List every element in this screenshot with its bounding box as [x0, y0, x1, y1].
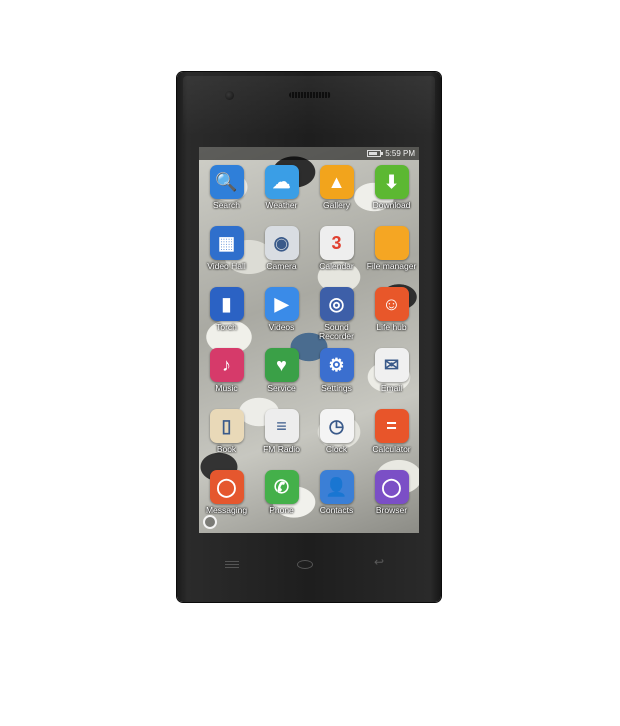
app-label: Gallery	[323, 200, 350, 210]
status-time: 5:59 PM	[385, 149, 415, 158]
app-download[interactable]: ⬇ Download	[364, 165, 419, 226]
app-sound-recorder[interactable]: ◎ Sound Recorder	[309, 287, 364, 348]
messaging-icon: ◯	[209, 470, 244, 504]
app-label: Life hub	[376, 322, 407, 332]
app-label: File manager	[366, 261, 417, 271]
app-camera[interactable]: ◉ Camera	[254, 226, 309, 287]
gallery-icon: ▲	[319, 165, 354, 199]
app-label: Search	[213, 200, 240, 210]
app-label: Videos	[268, 322, 295, 332]
app-label: Browser	[375, 505, 408, 515]
play-icon: ▶	[264, 287, 299, 321]
download-icon: ⬇	[374, 165, 409, 199]
phone-device: 5:59 PM 🔍 Search ☁ Weather ▲ Gallery ⬇ Download…	[177, 72, 441, 602]
weather-icon: ☁	[264, 165, 299, 199]
contacts-icon: 👤	[319, 470, 354, 504]
clock-icon: ◷	[319, 409, 354, 443]
app-label: FM Radio	[263, 444, 300, 454]
app-weather[interactable]: ☁ Weather	[254, 165, 309, 226]
folder-icon	[374, 226, 409, 260]
app-video-hall[interactable]: ▦ Video Hall	[199, 226, 254, 287]
assistive-touch-icon[interactable]	[203, 515, 217, 529]
app-videos[interactable]: ▶ Videos	[254, 287, 309, 348]
app-label: Video Hall	[207, 261, 246, 271]
camera-icon: ◉	[264, 226, 299, 260]
calendar-icon: 3	[319, 226, 354, 260]
book-icon: ▯	[209, 409, 244, 443]
browser-icon: ◯	[374, 470, 409, 504]
app-calendar[interactable]: 3 Calendar	[309, 226, 364, 287]
app-clock[interactable]: ◷ Clock	[309, 409, 364, 470]
recorder-icon: ◎	[319, 287, 354, 321]
app-label: Phone	[269, 505, 294, 515]
search-icon: 🔍	[209, 165, 244, 199]
app-label: Calculator	[372, 444, 411, 454]
navigation-keys: ↩	[177, 554, 441, 574]
app-label: Service	[267, 383, 296, 393]
app-book[interactable]: ▯ Book	[199, 409, 254, 470]
front-camera	[225, 91, 234, 100]
app-browser[interactable]: ◯ Browser	[364, 470, 419, 531]
app-label: Camera	[266, 261, 297, 271]
app-label: Clock	[325, 444, 348, 454]
home-screen: 5:59 PM 🔍 Search ☁ Weather ▲ Gallery ⬇ Download…	[199, 147, 419, 533]
app-label: Settings	[321, 383, 352, 393]
app-label: Book	[216, 444, 237, 454]
app-fm-radio[interactable]: ≡ FM Radio	[254, 409, 309, 470]
app-label: Email	[380, 383, 403, 393]
service-icon: ♥	[264, 348, 299, 382]
app-contacts[interactable]: 👤 Contacts	[309, 470, 364, 531]
app-settings[interactable]: ⚙ Settings	[309, 348, 364, 409]
home-key-icon[interactable]	[297, 560, 313, 569]
status-bar: 5:59 PM	[199, 147, 419, 160]
app-label: Contacts	[319, 505, 354, 515]
app-label: Weather	[265, 200, 298, 210]
earpiece-speaker	[289, 92, 331, 98]
app-email[interactable]: ✉ Email	[364, 348, 419, 409]
app-file-manager[interactable]: File manager	[364, 226, 419, 287]
app-phone[interactable]: ✆ Phone	[254, 470, 309, 531]
app-torch[interactable]: ▮ Torch	[199, 287, 254, 348]
radio-icon: ≡	[264, 409, 299, 443]
app-label: Messaging	[205, 505, 248, 515]
app-music[interactable]: ♪ Music	[199, 348, 254, 409]
settings-icon: ⚙	[319, 348, 354, 382]
app-search[interactable]: 🔍 Search	[199, 165, 254, 226]
menu-key-icon[interactable]	[225, 561, 239, 569]
app-service[interactable]: ♥ Service	[254, 348, 309, 409]
email-icon: ✉	[374, 348, 409, 382]
video-icon: ▦	[209, 226, 244, 260]
calculator-icon: =	[374, 409, 409, 443]
phone-icon: ✆	[264, 470, 299, 504]
app-label: Torch	[216, 322, 237, 332]
app-label: Download	[372, 200, 411, 210]
app-calculator[interactable]: = Calculator	[364, 409, 419, 470]
back-key-icon[interactable]: ↩	[374, 555, 384, 569]
app-gallery[interactable]: ▲ Gallery	[309, 165, 364, 226]
app-label: Music	[215, 383, 238, 393]
music-icon: ♪	[209, 348, 244, 382]
app-label: Sound Recorder	[319, 322, 354, 341]
app-grid: 🔍 Search ☁ Weather ▲ Gallery ⬇ Download ▦ Video H…	[199, 165, 419, 531]
battery-icon	[367, 150, 384, 157]
life-hub-icon: ☺	[374, 287, 409, 321]
app-life-hub[interactable]: ☺ Life hub	[364, 287, 419, 348]
app-label: Calendar	[319, 261, 354, 271]
torch-icon: ▮	[209, 287, 244, 321]
